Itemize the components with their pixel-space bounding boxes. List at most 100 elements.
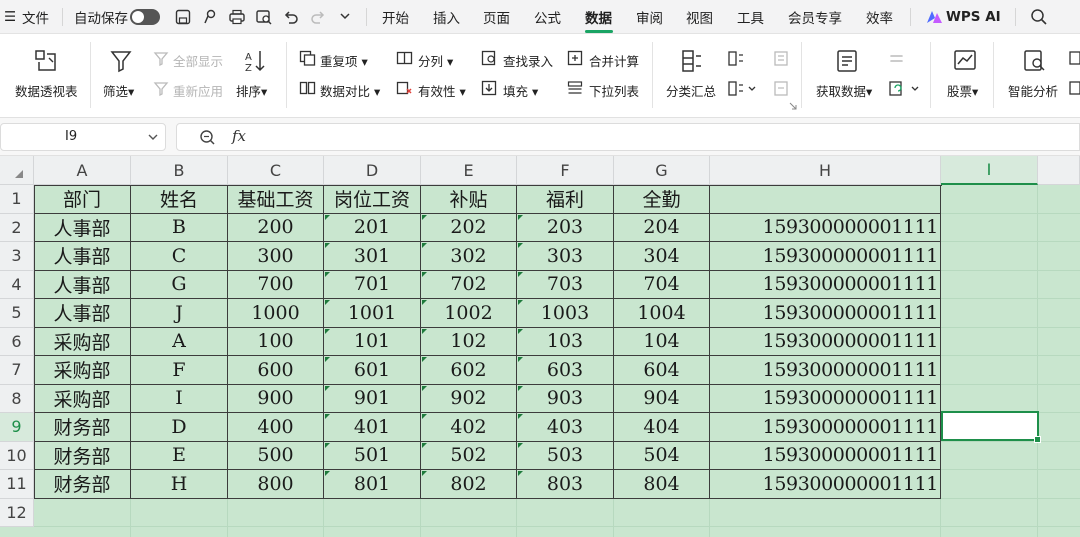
column-header-B[interactable]: B [131,156,228,185]
filter-icon[interactable] [109,48,133,74]
chevron-down-icon[interactable] [147,130,159,144]
cell-H3[interactable]: 159300000001111 [710,242,941,271]
tab-formula[interactable]: 公式 [534,0,561,34]
row-header-1[interactable]: 1 [0,185,34,214]
cell-G2[interactable]: 204 [614,213,710,242]
cell-E7[interactable]: 602 [421,356,517,385]
cell-G4[interactable]: 704 [614,270,710,299]
cell-D6[interactable]: 101 [324,327,421,356]
cell-B7[interactable]: F [131,356,228,385]
cell-A10[interactable]: 财务部 [34,441,131,470]
filter-button[interactable]: 筛选▾ [103,81,134,100]
more-tools-icon[interactable] [1068,48,1080,108]
cell-D2[interactable]: 201 [324,213,421,242]
reapply-button[interactable]: 重新应用 [173,81,223,100]
validity-button[interactable]: 有效性 ▾ [418,81,466,100]
cell-G10[interactable]: 504 [614,441,710,470]
row-header-8[interactable]: 8 [0,384,34,413]
cell-H2[interactable]: 159300000001111 [710,213,941,242]
cell-B9[interactable]: D [131,413,228,442]
tab-efficiency[interactable]: 效率 [866,0,893,34]
cell-B8[interactable]: I [131,384,228,413]
column-header-J[interactable] [1038,156,1080,185]
cell-F1[interactable]: 福利 [517,185,614,214]
lookup-entry-button[interactable]: 查找录入 [503,51,553,70]
cell-H4[interactable]: 159300000001111 [710,270,941,299]
column-header-C[interactable]: C [228,156,324,185]
column-header-F[interactable]: F [517,156,614,185]
column-header-G[interactable]: G [614,156,710,185]
cell-H5[interactable]: 159300000001111 [710,299,941,328]
cell-G6[interactable]: 104 [614,327,710,356]
cell-G5[interactable]: 1004 [614,299,710,328]
cell-A5[interactable]: 人事部 [34,299,131,328]
merge-calc-button[interactable]: 合并计算 [589,51,639,70]
show-all-button[interactable]: 全部显示 [173,51,223,70]
stocks-icon[interactable] [952,48,978,74]
cell-D5[interactable]: 1001 [324,299,421,328]
cell-B11[interactable]: H [131,470,228,499]
stocks-button[interactable]: 股票▾ [947,81,978,100]
format-painter-icon[interactable] [201,8,219,26]
cell-C8[interactable]: 900 [228,384,324,413]
zoom-icon[interactable] [199,129,216,146]
cell-D11[interactable]: 801 [324,470,421,499]
split-column-button[interactable]: 分列 ▾ [418,51,453,70]
autosave-toggle[interactable] [130,9,160,25]
cell-H6[interactable]: 159300000001111 [710,327,941,356]
cell-A9[interactable]: 财务部 [34,413,131,442]
dropdown-list-button[interactable]: 下拉列表 [589,81,639,100]
cell-C6[interactable]: 100 [228,327,324,356]
cell-C1[interactable]: 基础工资 [228,185,324,214]
cell-E11[interactable]: 802 [421,470,517,499]
cell-F9[interactable]: 403 [517,413,614,442]
menu-file[interactable]: 文件 [22,0,49,34]
cell-C5[interactable]: 1000 [228,299,324,328]
cell-E3[interactable]: 302 [421,242,517,271]
cell-E6[interactable]: 102 [421,327,517,356]
tab-insert[interactable]: 插入 [433,0,460,34]
column-header-D[interactable]: D [324,156,421,185]
cell-H10[interactable]: 159300000001111 [710,441,941,470]
cell-C2[interactable]: 200 [228,213,324,242]
cell-D1[interactable]: 岗位工资 [324,185,421,214]
get-data-icon[interactable] [835,48,859,74]
undo-icon[interactable] [282,8,300,26]
cell-D7[interactable]: 601 [324,356,421,385]
cell-F5[interactable]: 1003 [517,299,614,328]
fx-icon[interactable]: fx [232,127,246,145]
cell-B4[interactable]: G [131,270,228,299]
cell-A4[interactable]: 人事部 [34,270,131,299]
chevron-down-icon[interactable] [338,9,352,23]
cell-A3[interactable]: 人事部 [34,242,131,271]
row-header-12[interactable]: 12 [0,498,34,527]
cell-B6[interactable]: A [131,327,228,356]
column-header-I[interactable]: I [941,156,1038,185]
ungroup-icon[interactable] [727,80,757,97]
redo-icon[interactable] [309,8,327,26]
cell-B1[interactable]: 姓名 [131,185,228,214]
row-header-11[interactable]: 11 [0,470,34,499]
pivot-table-button[interactable]: 数据透视表 [15,81,78,100]
data-compare-button[interactable]: 数据对比 ▾ [320,81,380,100]
cell-D4[interactable]: 701 [324,270,421,299]
cell-C3[interactable]: 300 [228,242,324,271]
cell-E10[interactable]: 502 [421,441,517,470]
cell-C11[interactable]: 800 [228,470,324,499]
tab-data[interactable]: 数据 [585,0,612,34]
sort-icon[interactable]: AZ [243,48,267,74]
cell-H11[interactable]: 159300000001111 [710,470,941,499]
cell-C4[interactable]: 700 [228,270,324,299]
cell-F10[interactable]: 503 [517,441,614,470]
cell-F11[interactable]: 803 [517,470,614,499]
hamburger-icon[interactable]: ☰ [4,0,16,34]
active-cell-I9[interactable] [941,411,1041,443]
row-header-9[interactable]: 9 [0,413,34,442]
spreadsheet-grid[interactable]: A B C D E F G H I 1 2 3 4 5 6 7 8 9 10 11 12 部门 姓名 基础工资 岗位工资 补贴福… [0,156,1080,537]
tab-member[interactable]: 会员专享 [788,0,842,34]
cell-B5[interactable]: J [131,299,228,328]
cell-B2[interactable]: B [131,213,228,242]
cell-D3[interactable]: 301 [324,242,421,271]
tab-page[interactable]: 页面 [483,0,510,34]
smart-analysis-icon[interactable] [1022,48,1048,74]
